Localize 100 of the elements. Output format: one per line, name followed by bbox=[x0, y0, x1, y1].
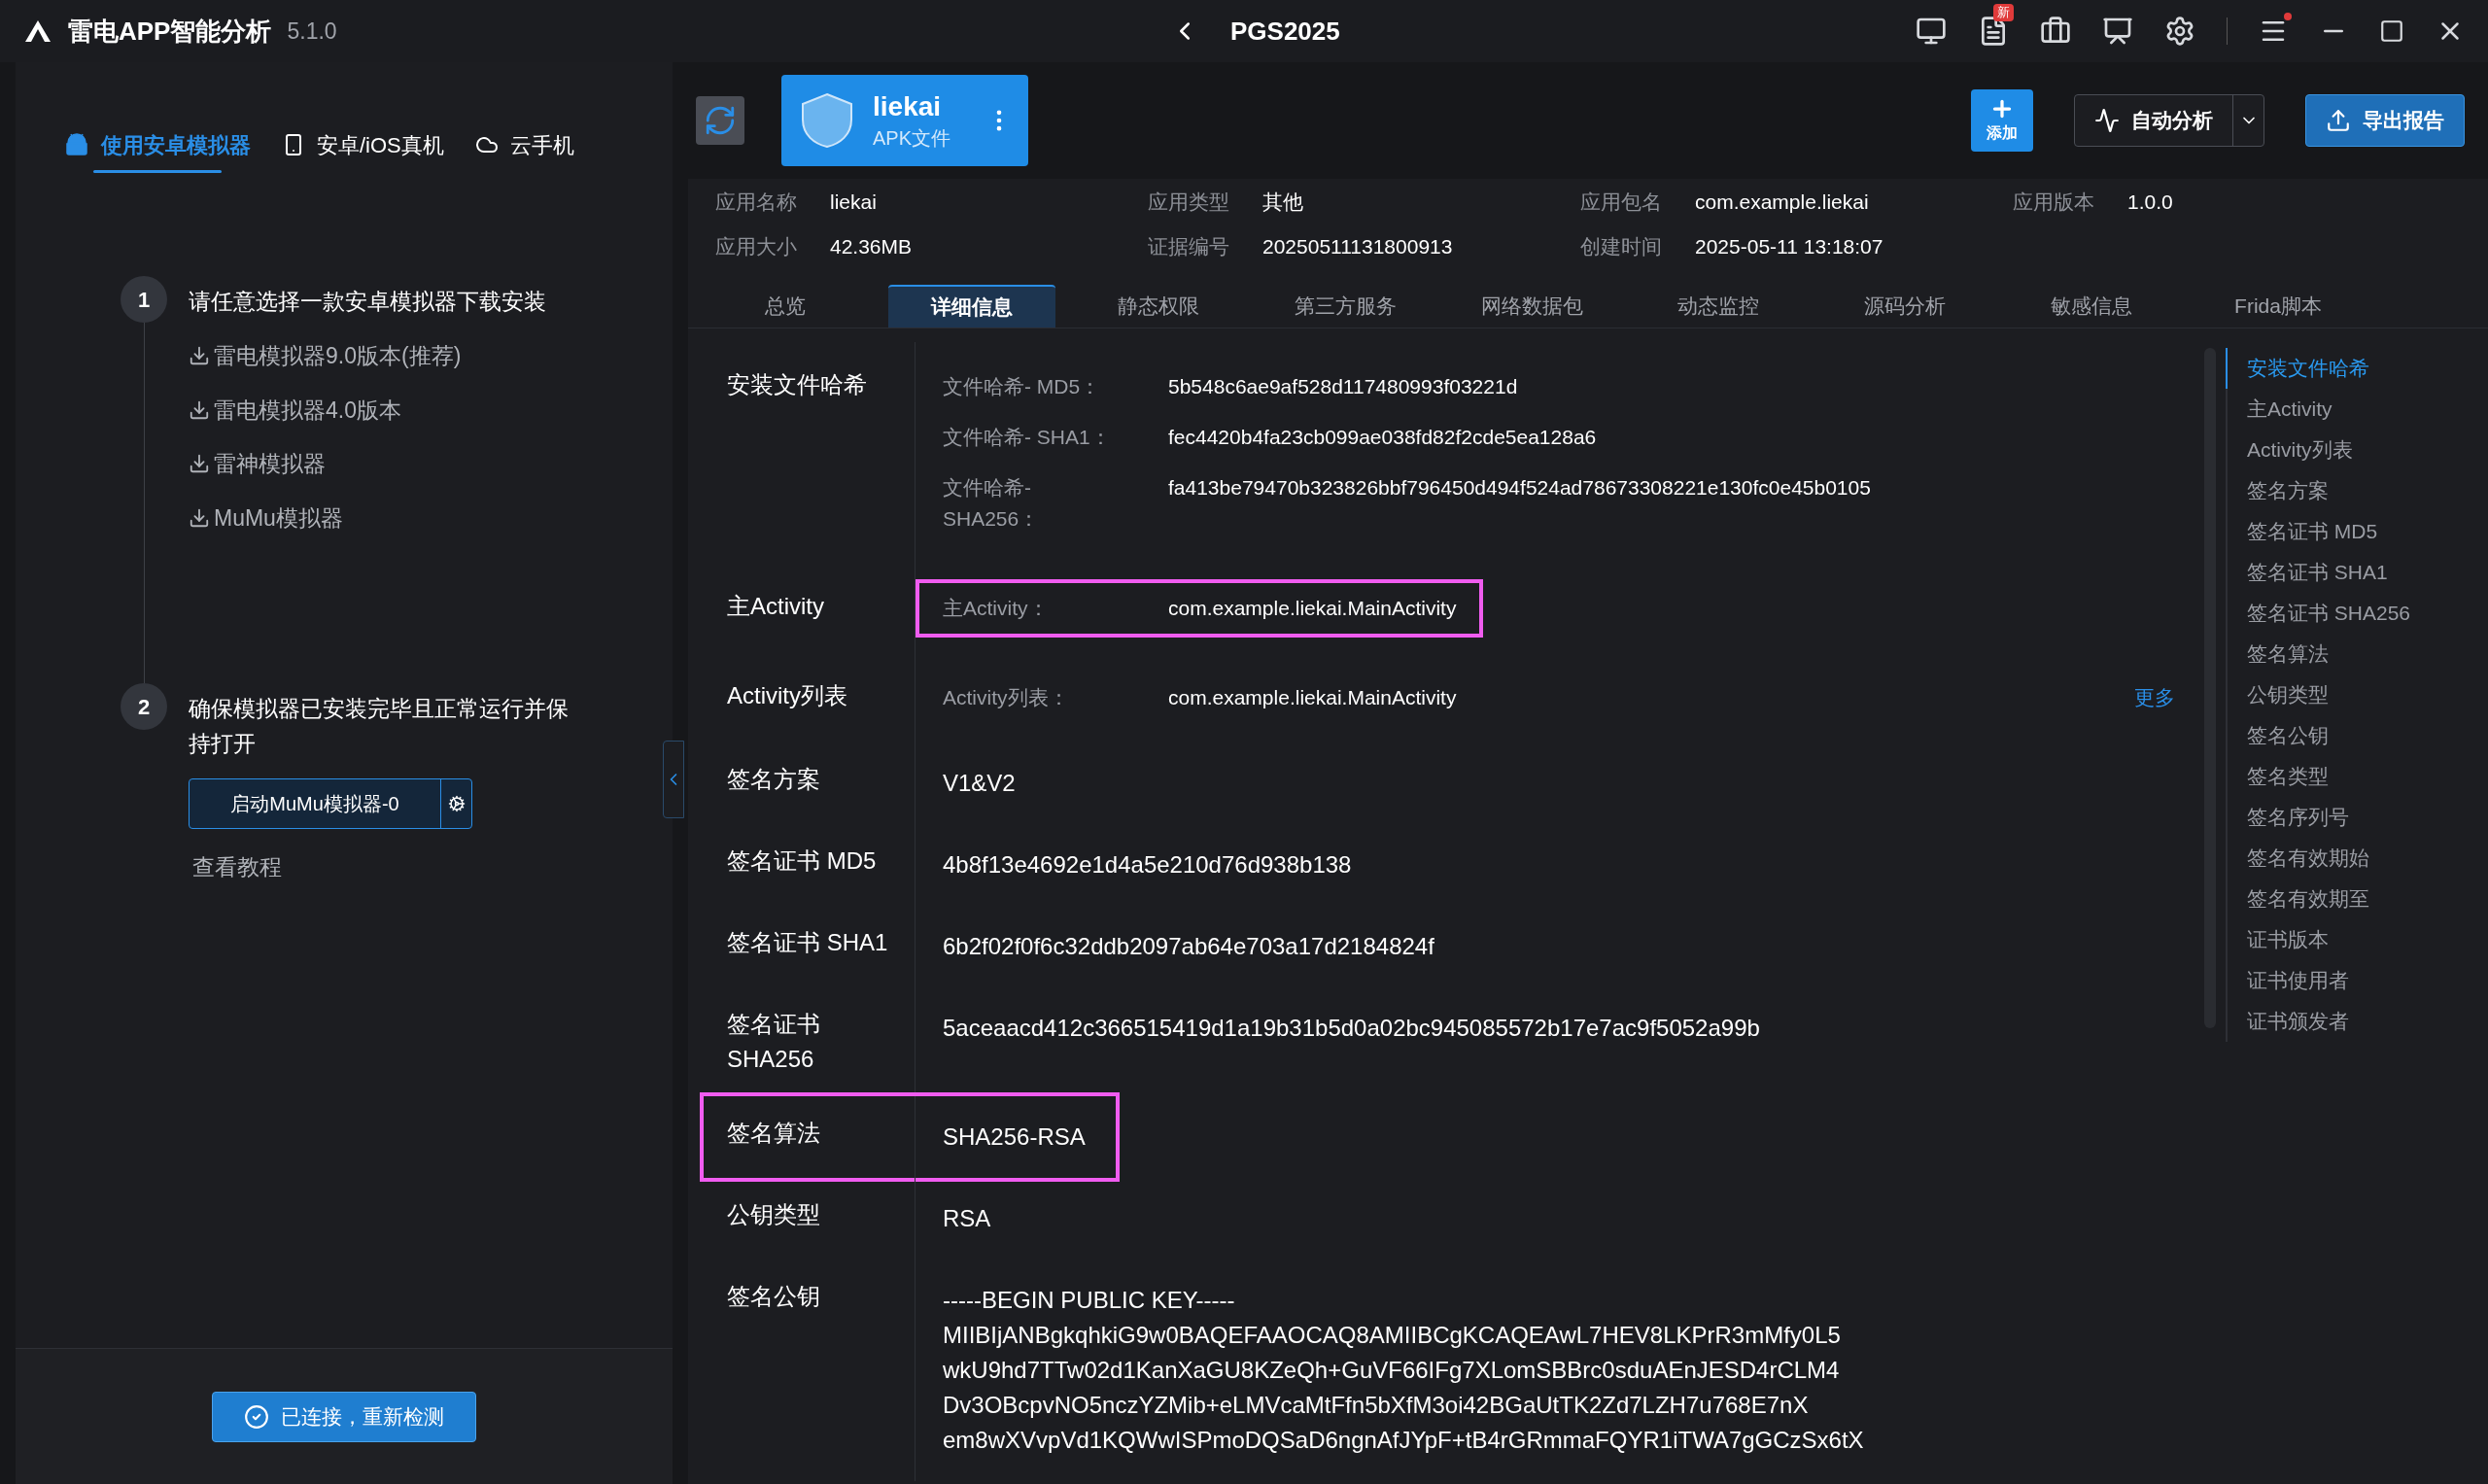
download-link[interactable]: 雷电模拟器4.0版本 bbox=[189, 393, 577, 427]
mode-tab[interactable]: 安卓/iOS真机 bbox=[282, 91, 444, 198]
nav-link[interactable]: 签名有效期始 bbox=[2226, 838, 2488, 879]
field-value: MIIBIjANBgkqhkiG9w0BAQEFAAOCAQ8AMIIBCgKCAQEAwL7HEV8LKPrR3mMfy0L5 bbox=[943, 1321, 1842, 1350]
mode-tab[interactable]: 云手机 bbox=[474, 91, 574, 198]
info-label: 应用版本 bbox=[2013, 190, 2095, 215]
detail-tab[interactable]: 静态权限 bbox=[1075, 285, 1242, 328]
info-label: 应用大小 bbox=[715, 233, 798, 259]
nav-link[interactable]: 签名算法 bbox=[2226, 634, 2488, 674]
monitor-icon[interactable] bbox=[1916, 16, 1947, 47]
new-badge: 新 bbox=[1993, 4, 2014, 21]
field-value: SHA256-RSA bbox=[943, 1122, 1087, 1152]
section-label: Activity列表 bbox=[727, 681, 848, 710]
field-label: 文件哈希- SHA256： bbox=[943, 475, 1041, 532]
maximize-icon[interactable] bbox=[2379, 18, 2404, 44]
field-value: 6b2f02f0f6c32ddb2097ab64e703a17d2184824f bbox=[943, 932, 1435, 961]
section-label: 签名方案 bbox=[727, 765, 821, 794]
info-label: 创建时间 bbox=[1580, 233, 1663, 259]
nav-link[interactable]: 签名方案 bbox=[2226, 470, 2488, 511]
nav-link[interactable]: 证书颁发者 bbox=[2226, 1001, 2488, 1042]
field-value: com.example.liekai.MainActivity bbox=[1168, 596, 1457, 621]
check-circle-icon bbox=[244, 1403, 269, 1430]
refresh-icon[interactable] bbox=[696, 96, 744, 145]
nav-link[interactable]: 签名证书 SHA256 bbox=[2226, 593, 2488, 634]
nav-link[interactable]: 签名证书 SHA1 bbox=[2226, 552, 2488, 593]
nav-link[interactable]: 签名类型 bbox=[2226, 756, 2488, 797]
mode-tab[interactable]: 使用安卓模拟器 bbox=[64, 91, 251, 198]
field-value: 5aceaacd412c366515419d1a19b31b5d0a02bc945085572b17e7ac9f5052a99b bbox=[943, 1014, 1761, 1043]
info-value: 20250511131800913 bbox=[1262, 233, 1453, 259]
screen-chart-icon[interactable] bbox=[2102, 16, 2133, 47]
section-label: 公钥类型 bbox=[727, 1200, 821, 1229]
app-card[interactable]: liekai APK文件 bbox=[781, 75, 1028, 166]
detail-tab[interactable]: 总览 bbox=[702, 285, 869, 328]
info-label: 应用名称 bbox=[715, 190, 798, 215]
section-label: 签名证书 SHA256 bbox=[727, 1010, 821, 1074]
nav-link[interactable]: 证书版本 bbox=[2226, 919, 2488, 960]
download-link[interactable]: 雷电模拟器9.0版本(推荐) bbox=[189, 339, 577, 373]
settings-icon[interactable] bbox=[2164, 16, 2195, 47]
upload-icon bbox=[2326, 108, 2351, 133]
download-link[interactable]: MuMu模拟器 bbox=[189, 500, 577, 535]
app-title: 雷电APP智能分析 bbox=[68, 15, 272, 48]
field-value: em8wXVvpVd1KQWwISPmoDQSaD6ngnAfJYpF+tB4rGRmmaFQYR1iTWA7gGCzSx6tX bbox=[943, 1426, 1865, 1455]
detail-tab[interactable]: 详细信息 bbox=[888, 285, 1055, 328]
detail-tab[interactable]: 网络数据包 bbox=[1448, 285, 1615, 328]
field-value: Dv3OBcpvNO5nczYZMib+eLMVcaMtFfn5bXfM3oi42BGaUtTK2Zd7LZH7u768E7nX bbox=[943, 1391, 1810, 1420]
step-number: 1 bbox=[121, 276, 167, 323]
detail-tab[interactable]: Frida脚本 bbox=[2194, 285, 2362, 328]
reconnect-button[interactable]: 已连接，重新检测 bbox=[212, 1391, 476, 1442]
nav-link[interactable]: 公钥类型 bbox=[2226, 674, 2488, 715]
nav-link[interactable]: 签名序列号 bbox=[2226, 797, 2488, 838]
field-value: wkU9hd7TTw02d1KanXaGU8KZeQh+GuVF66IFg7XLomSBBrc0sduAEnJESD4rCLM4 bbox=[943, 1356, 1841, 1385]
detail-tab[interactable]: 源码分析 bbox=[1821, 285, 1988, 328]
step-title: 确保模拟器已安装完毕且正常运行并保持打开 bbox=[189, 695, 570, 758]
field-label: Activity列表： bbox=[943, 685, 1070, 710]
info-label: 应用类型 bbox=[1148, 190, 1230, 215]
step-number: 2 bbox=[121, 683, 167, 730]
detail-tab[interactable]: 敏感信息 bbox=[2008, 285, 2175, 328]
detail-tab[interactable]: 第三方服务 bbox=[1261, 285, 1429, 328]
info-value: com.example.liekai bbox=[1695, 190, 1869, 215]
export-button[interactable]: 导出报告 bbox=[2305, 94, 2465, 147]
section-label: 签名证书 SHA1 bbox=[727, 928, 889, 957]
section-label: 主Activity bbox=[727, 592, 825, 621]
nav-link[interactable]: 签名证书 MD5 bbox=[2226, 511, 2488, 552]
info-value: liekai bbox=[830, 190, 877, 215]
nav-link[interactable]: 证书使用者 bbox=[2226, 960, 2488, 1001]
info-value: 42.36MB bbox=[830, 233, 913, 259]
nav-link[interactable]: 签名公钥 bbox=[2226, 715, 2488, 756]
nav-link[interactable]: 安装文件哈希 bbox=[2226, 348, 2488, 389]
chart-icon bbox=[2094, 108, 2120, 133]
field-value: 4b8f13e4692e1d4a5e210d76d938b138 bbox=[943, 850, 1353, 880]
download-icon bbox=[189, 398, 210, 421]
gear-icon bbox=[447, 795, 466, 812]
nav-link[interactable]: 签名有效期至 bbox=[2226, 879, 2488, 919]
field-value: com.example.liekai.MainActivity bbox=[1168, 685, 1457, 710]
download-icon bbox=[189, 506, 210, 529]
nav-link[interactable]: 主Activity bbox=[2226, 389, 2488, 430]
detail-tab[interactable]: 动态监控 bbox=[1635, 285, 1802, 328]
field-value: fa413be79470b323826bbf796450d494f524ad78673308221e130fc0e45b0105 bbox=[1168, 475, 1871, 500]
field-label: 文件哈希- SHA1： bbox=[943, 425, 1112, 450]
field-value: RSA bbox=[943, 1204, 992, 1233]
section-label: 签名证书 MD5 bbox=[727, 846, 878, 876]
section-label: 签名公钥 bbox=[727, 1282, 821, 1311]
field-value: -----BEGIN PUBLIC KEY----- bbox=[943, 1286, 1236, 1315]
logo-icon bbox=[23, 18, 52, 44]
more-link[interactable]: 更多 bbox=[2134, 682, 2175, 713]
section-label: 安装文件哈希 bbox=[727, 370, 868, 399]
info-value: 其他 bbox=[1262, 190, 1303, 215]
field-value: V1&V2 bbox=[943, 769, 1017, 798]
download-link[interactable]: 雷神模拟器 bbox=[189, 447, 577, 481]
android-icon bbox=[64, 131, 89, 158]
info-label: 证据编号 bbox=[1148, 233, 1230, 259]
field-label: 文件哈希- MD5： bbox=[943, 374, 1102, 399]
app-name: liekai bbox=[873, 89, 943, 123]
add-button[interactable]: 添加 bbox=[1971, 89, 2033, 152]
download-icon bbox=[189, 345, 210, 367]
download-icon bbox=[189, 453, 210, 475]
section-label: 签名算法 bbox=[727, 1119, 821, 1148]
nav-link[interactable]: Activity列表 bbox=[2226, 430, 2488, 470]
app-version: 5.1.0 bbox=[287, 17, 337, 46]
tutorial-link[interactable]: 查看教程 bbox=[192, 850, 577, 884]
